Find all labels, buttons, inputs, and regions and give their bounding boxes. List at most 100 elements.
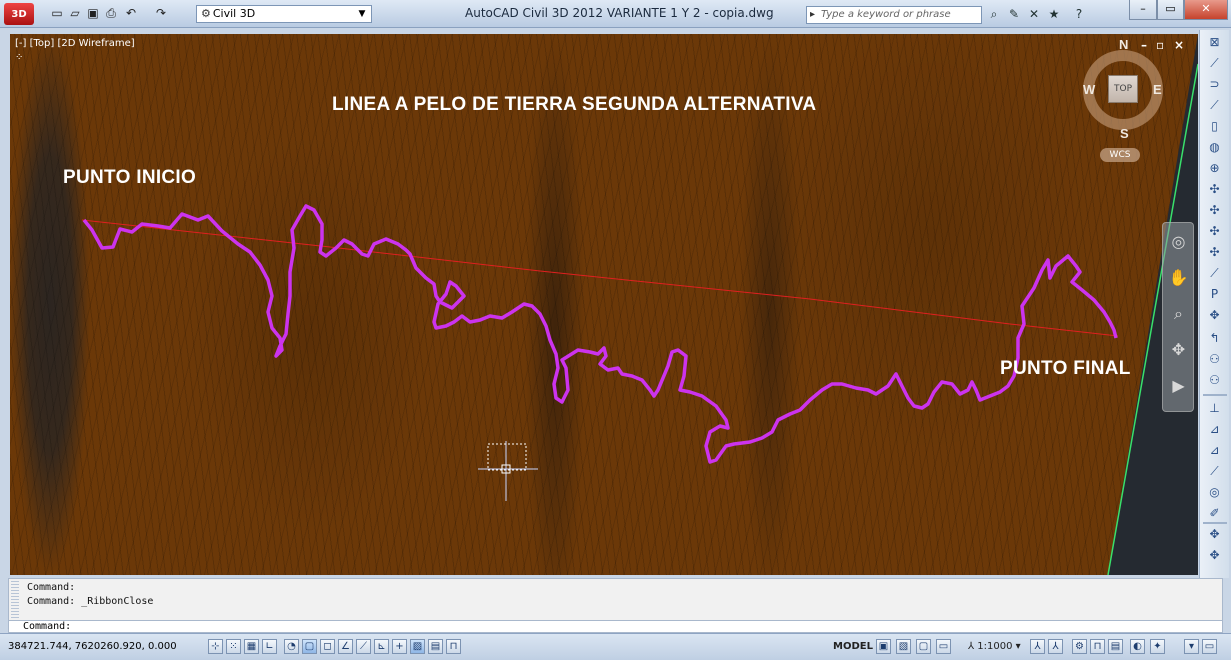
- ducs-toggle[interactable]: ⟋: [356, 639, 371, 654]
- tool-icon[interactable]: ⊠: [1206, 34, 1223, 51]
- tool-icon[interactable]: ⊕: [1206, 160, 1223, 177]
- star-icon[interactable]: ★: [1045, 5, 1063, 23]
- otrack-toggle[interactable]: ∠: [338, 639, 353, 654]
- quick-view-drawings-icon[interactable]: ▢: [916, 639, 931, 654]
- tool-icon[interactable]: ⊿: [1206, 421, 1223, 438]
- compass-south[interactable]: S: [1120, 126, 1129, 141]
- crosshair-cursor: [478, 441, 538, 501]
- tool-icon[interactable]: ⊃: [1206, 76, 1223, 93]
- gear-icon: ⚙: [201, 7, 211, 20]
- orbit-icon[interactable]: ✥: [1166, 337, 1191, 362]
- tool-icon[interactable]: ⚇: [1206, 351, 1223, 368]
- workspace-dropdown[interactable]: ⚙ Civil 3D ▼: [196, 5, 372, 23]
- lineweight-toggle[interactable]: +: [392, 639, 407, 654]
- polar-toggle[interactable]: ◔: [284, 639, 299, 654]
- redo-icon[interactable]: ↷: [154, 6, 168, 20]
- binoculars-icon[interactable]: ⌕: [985, 5, 1003, 23]
- save-icon[interactable]: ▣: [86, 6, 100, 20]
- workspace-label: Civil 3D: [212, 7, 256, 20]
- quick-view-icon[interactable]: ▭: [936, 639, 951, 654]
- osnap-toggle[interactable]: ▢: [302, 639, 317, 654]
- help-icon[interactable]: ?: [1070, 5, 1088, 23]
- pan-icon[interactable]: ✋: [1166, 265, 1191, 290]
- coordinate-readout[interactable]: 384721.744, 7620260.920, 0.000: [8, 641, 177, 652]
- ortho-toggle[interactable]: ∟: [262, 639, 277, 654]
- tool-icon[interactable]: ✥: [1206, 526, 1223, 543]
- ucs-icon: ⁘: [15, 52, 24, 63]
- selection-cycling-toggle[interactable]: ⊓: [446, 639, 461, 654]
- quick-view-layouts-icon[interactable]: ▧: [896, 639, 911, 654]
- tool-icon[interactable]: ⟋: [1206, 463, 1223, 480]
- model-space-label[interactable]: MODEL: [833, 641, 873, 652]
- chevron-down-icon: ▼: [358, 9, 366, 19]
- maximize-button[interactable]: ▭: [1157, 0, 1184, 20]
- compass-west[interactable]: W: [1083, 82, 1095, 97]
- tool-icon[interactable]: ◎: [1206, 484, 1223, 501]
- toolbar-divider: [1203, 522, 1227, 524]
- tool-icon[interactable]: ✣: [1206, 202, 1223, 219]
- annotation-scale[interactable]: ⅄ 1:1000 ▾: [968, 641, 1021, 652]
- infer-constraints-toggle[interactable]: ⊹: [208, 639, 223, 654]
- quick-properties-toggle[interactable]: ▤: [428, 639, 443, 654]
- annotation-scale-value: 1:1000: [977, 641, 1013, 652]
- undo-icon[interactable]: ↶: [124, 6, 138, 20]
- command-input[interactable]: Command:: [8, 620, 1223, 633]
- application-menu-button[interactable]: 3D: [4, 3, 34, 25]
- compass-east[interactable]: E: [1153, 82, 1162, 97]
- compass-north[interactable]: N: [1119, 37, 1128, 52]
- tool-icon[interactable]: P: [1206, 286, 1223, 303]
- lock-icon[interactable]: ⊓: [1090, 639, 1105, 654]
- tool-icon[interactable]: ⊥: [1206, 400, 1223, 417]
- steering-wheel-icon[interactable]: ◎: [1166, 229, 1191, 254]
- viewcube[interactable]: TOP N S W E: [1078, 37, 1168, 141]
- drawing-canvas[interactable]: [-] [Top] [2D Wireframe] ⁘ – ▫ × LINEA A…: [10, 34, 1198, 575]
- minimize-button[interactable]: –: [1129, 0, 1157, 20]
- clean-screen-icon[interactable]: ▭: [1202, 639, 1217, 654]
- window-title: AutoCAD Civil 3D 2012 VARIANTE 1 Y 2 - c…: [465, 6, 774, 20]
- start-point-label: PUNTO INICIO: [63, 167, 197, 188]
- viewcube-top-face[interactable]: TOP: [1108, 75, 1138, 103]
- tool-icon[interactable]: ⟋: [1206, 265, 1223, 282]
- tool-icon[interactable]: ⚇: [1206, 372, 1223, 389]
- close-button[interactable]: ✕: [1184, 0, 1228, 20]
- hardware-acceleration-icon[interactable]: ▤: [1108, 639, 1123, 654]
- grid-toggle[interactable]: ▦: [244, 639, 259, 654]
- tool-icon[interactable]: ↰: [1206, 330, 1223, 347]
- dyn-toggle[interactable]: ⊾: [374, 639, 389, 654]
- tool-icon[interactable]: ✣: [1206, 223, 1223, 240]
- tool-icon[interactable]: ◍: [1206, 139, 1223, 156]
- viewport-controls-label[interactable]: [-] [Top] [2D Wireframe]: [15, 38, 135, 49]
- open-icon[interactable]: ▱: [68, 6, 82, 20]
- tool-icon[interactable]: ⟋: [1206, 97, 1223, 114]
- transparency-toggle[interactable]: ▨: [410, 639, 425, 654]
- tool-icon[interactable]: ✥: [1206, 547, 1223, 564]
- layout-toggle[interactable]: ▣: [876, 639, 891, 654]
- status-menu-icon[interactable]: ▾: [1184, 639, 1199, 654]
- new-icon[interactable]: ▭: [50, 6, 64, 20]
- status-bar: 384721.744, 7620260.920, 0.000 ⊹ ⁙ ▦ ∟ ◔…: [0, 633, 1231, 660]
- annotation-visibility-icon[interactable]: ⅄: [1030, 639, 1045, 654]
- exchange-icon[interactable]: ✕: [1025, 5, 1043, 23]
- tool-icon[interactable]: ▯: [1206, 118, 1223, 135]
- auto-scale-icon[interactable]: ⅄: [1048, 639, 1063, 654]
- tool-icon[interactable]: ⟋: [1206, 55, 1223, 72]
- isolate-objects-icon[interactable]: ◐: [1130, 639, 1145, 654]
- tool-icon[interactable]: ✣: [1206, 244, 1223, 261]
- tool-icon[interactable]: ✐: [1206, 505, 1223, 522]
- zoom-icon[interactable]: ⌕: [1166, 301, 1191, 326]
- ucs-menu[interactable]: WCS: [1100, 148, 1140, 162]
- tool-icon[interactable]: ⊿: [1206, 442, 1223, 459]
- communication-icon[interactable]: ✎: [1005, 5, 1023, 23]
- 3d-osnap-toggle[interactable]: ◻: [320, 639, 335, 654]
- search-input[interactable]: Type a keyword or phrase: [806, 6, 982, 24]
- tool-icon[interactable]: ✥: [1206, 307, 1223, 324]
- navigation-bar: ◎ ✋ ⌕ ✥ ▶: [1162, 222, 1194, 412]
- showmotion-icon[interactable]: ▶: [1166, 373, 1191, 398]
- snap-toggle[interactable]: ⁙: [226, 639, 241, 654]
- tool-icon[interactable]: ✣: [1206, 181, 1223, 198]
- right-toolbar: ⊠ ⟋ ⊃ ⟋ ▯ ◍ ⊕ ✣ ✣ ✣ ✣ ⟋ P ✥ ↰ ⚇ ⚇ ⊥ ⊿ ⊿ …: [1199, 30, 1229, 578]
- print-icon[interactable]: ⎙: [104, 6, 118, 20]
- drawing-title-text: LINEA A PELO DE TIERRA SEGUNDA ALTERNATI…: [332, 94, 817, 115]
- bulb-icon[interactable]: ✦: [1150, 639, 1165, 654]
- workspace-switching-icon[interactable]: ⚙: [1072, 639, 1087, 654]
